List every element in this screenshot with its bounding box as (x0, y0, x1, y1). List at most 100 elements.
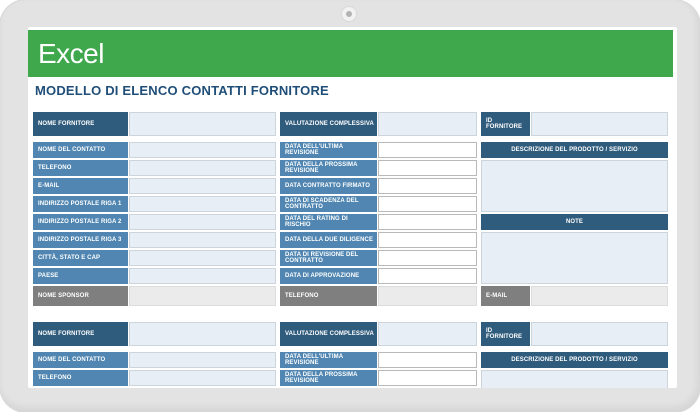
contact-column: NOME FORNITORE NOME DEL CONTATTO TELEFON… (33, 112, 276, 306)
camera-icon (342, 7, 356, 21)
field-label-indirizzo2: INDIRIZZO POSTALE RIGA 2 (33, 214, 128, 230)
field-row: ID FORNITORE (481, 112, 668, 136)
field-row: DATA CONTRATTO FIRMATO (280, 178, 477, 194)
field-row: TELEFONO (33, 160, 276, 176)
description-column: ID FORNITORE DESCRIZIONE DEL PRODOTTO / … (481, 112, 668, 306)
field-input-nome-sponsor[interactable] (129, 286, 276, 306)
field-label-ultima-revisione: DATA DELL'ULTIMA REVISIONE (280, 142, 377, 158)
excel-logo: Excel (38, 37, 104, 69)
field-input-telefono[interactable] (129, 160, 276, 176)
field-row: NOME SPONSOR (33, 286, 276, 306)
field-row: E-MAIL (33, 178, 276, 194)
field-row: VALUTAZIONE COMPLESSIVA (280, 112, 477, 136)
field-label-email: E-MAIL (33, 178, 128, 194)
contact-column: NOME FORNITORE NOME DEL CONTATTO TELEFON… (33, 322, 276, 388)
field-label-email-sponsor: E-MAIL (481, 286, 530, 306)
field-input-descrizione[interactable] (481, 160, 668, 212)
field-row: DATA DELLA PROSSIMA REVISIONE (280, 370, 477, 386)
field-row: CITTÀ, STATO E CAP (33, 250, 276, 266)
field-row: NOME FORNITORE (33, 322, 276, 346)
section-header-descrizione: DESCRIZIONE DEL PRODOTTO / SERVIZIO (481, 142, 668, 158)
field-input-valutazione-t2[interactable] (378, 322, 477, 346)
field-row: VALUTAZIONE COMPLESSIVA (280, 322, 477, 346)
field-label-nome-fornitore-t2: NOME FORNITORE (33, 322, 128, 346)
field-input-indirizzo1[interactable] (129, 196, 276, 212)
field-input-contratto-firmato[interactable] (378, 178, 477, 194)
field-input-telefono-t2[interactable] (129, 370, 276, 386)
dates-column: VALUTAZIONE COMPLESSIVA DATA DELL'ULTIMA… (280, 112, 477, 306)
description-column: ID FORNITORE DESCRIZIONE DEL PRODOTTO / … (481, 322, 668, 388)
field-label-telefono: TELEFONO (33, 160, 128, 176)
field-input-prossima-revisione[interactable] (378, 160, 477, 176)
field-label-valutazione-t2: VALUTAZIONE COMPLESSIVA (280, 322, 377, 346)
field-row: INDIRIZZO POSTALE RIGA 3 (33, 232, 276, 248)
field-label-prossima-revisione-t2: DATA DELLA PROSSIMA REVISIONE (280, 370, 377, 386)
field-input-approvazione[interactable] (378, 268, 477, 284)
field-row: TELEFONO (280, 286, 477, 306)
field-input-prossima-revisione-t2[interactable] (378, 370, 477, 386)
field-label-revisione-contratto: DATA DI REVISIONE DEL CONTRATTO (280, 250, 377, 266)
field-row: DATA DEL RATING DI RISCHIO (280, 214, 477, 230)
field-input-note[interactable] (481, 232, 668, 284)
field-row: DATA DI SCADENZA DEL CONTRATTO (280, 196, 477, 212)
field-label-id-fornitore: ID FORNITORE (481, 112, 530, 136)
field-input-ultima-revisione-t2[interactable] (378, 352, 477, 368)
field-label-telefono-sponsor: TELEFONO (280, 286, 377, 306)
field-label-indirizzo1: INDIRIZZO POSTALE RIGA 1 (33, 196, 128, 212)
field-row: E-MAIL (481, 286, 668, 306)
field-input-nome-fornitore[interactable] (129, 112, 276, 136)
field-row: INDIRIZZO POSTALE RIGA 1 (33, 196, 276, 212)
field-input-email[interactable] (129, 178, 276, 194)
field-row: ID FORNITORE (481, 322, 668, 346)
field-input-descrizione-t2[interactable] (481, 370, 668, 388)
field-label-approvazione: DATA DI APPROVAZIONE (280, 268, 377, 284)
field-input-id-fornitore[interactable] (531, 112, 668, 136)
field-input-nome-del-contatto-t2[interactable] (129, 352, 276, 368)
field-label-nome-del-contatto-t2: NOME DEL CONTATTO (33, 352, 128, 368)
field-row: DATA DELL'ULTIMA REVISIONE (280, 142, 477, 158)
field-input-valutazione[interactable] (378, 112, 477, 136)
field-row: PAESE (33, 268, 276, 284)
field-row: DATA DELLA PROSSIMA REVISIONE (280, 160, 477, 176)
field-label-rating-rischio: DATA DEL RATING DI RISCHIO (280, 214, 377, 230)
field-input-email-sponsor[interactable] (531, 286, 668, 306)
field-label-contratto-firmato: DATA CONTRATTO FIRMATO (280, 178, 377, 194)
excel-brand-bar: Excel (28, 30, 673, 77)
field-label-nome-sponsor: NOME SPONSOR (33, 286, 128, 306)
field-input-nome-fornitore-t2[interactable] (129, 322, 276, 346)
field-input-revisione-contratto[interactable] (378, 250, 477, 266)
field-row: DATA DI APPROVAZIONE (280, 268, 477, 284)
field-input-due-diligence[interactable] (378, 232, 477, 248)
field-row: NOME DEL CONTATTO (33, 352, 276, 368)
field-input-scadenza-contratto[interactable] (378, 196, 477, 212)
field-label-paese: PAESE (33, 268, 128, 284)
field-row: DATA DI REVISIONE DEL CONTRATTO (280, 250, 477, 266)
dates-column: VALUTAZIONE COMPLESSIVA DATA DELL'ULTIMA… (280, 322, 477, 388)
field-input-citta-stato-cap[interactable] (129, 250, 276, 266)
page-title: MODELLO DI ELENCO CONTATTI FORNITORE (35, 83, 329, 98)
field-row: NOME DEL CONTATTO (33, 142, 276, 158)
field-label-ultima-revisione-t2: DATA DELL'ULTIMA REVISIONE (280, 352, 377, 368)
field-input-nome-del-contatto[interactable] (129, 142, 276, 158)
field-label-valutazione: VALUTAZIONE COMPLESSIVA (280, 112, 377, 136)
field-label-prossima-revisione: DATA DELLA PROSSIMA REVISIONE (280, 160, 377, 176)
field-row: INDIRIZZO POSTALE RIGA 2 (33, 214, 276, 230)
field-row: DATA DELLA DUE DILIGENCE (280, 232, 477, 248)
field-label-nome-fornitore: NOME FORNITORE (33, 112, 128, 136)
field-input-telefono-sponsor[interactable] (378, 286, 477, 306)
field-input-indirizzo2[interactable] (129, 214, 276, 230)
field-input-ultima-revisione[interactable] (378, 142, 477, 158)
field-input-id-fornitore-t2[interactable] (531, 322, 668, 346)
field-label-nome-del-contatto: NOME DEL CONTATTO (33, 142, 128, 158)
field-row: TELEFONO (33, 370, 276, 386)
field-label-due-diligence: DATA DELLA DUE DILIGENCE (280, 232, 377, 248)
field-input-rating-rischio[interactable] (378, 214, 477, 230)
section-header-note: NOTE (481, 214, 668, 230)
field-input-paese[interactable] (129, 268, 276, 284)
spreadsheet-screen: Excel MODELLO DI ELENCO CONTATTI FORNITO… (28, 27, 677, 388)
camera-lens-icon (346, 11, 352, 17)
field-input-indirizzo3[interactable] (129, 232, 276, 248)
field-label-id-fornitore-t2: ID FORNITORE (481, 322, 530, 346)
field-label-scadenza-contratto: DATA DI SCADENZA DEL CONTRATTO (280, 196, 377, 212)
section-header-descrizione-t2: DESCRIZIONE DEL PRODOTTO / SERVIZIO (481, 352, 668, 368)
